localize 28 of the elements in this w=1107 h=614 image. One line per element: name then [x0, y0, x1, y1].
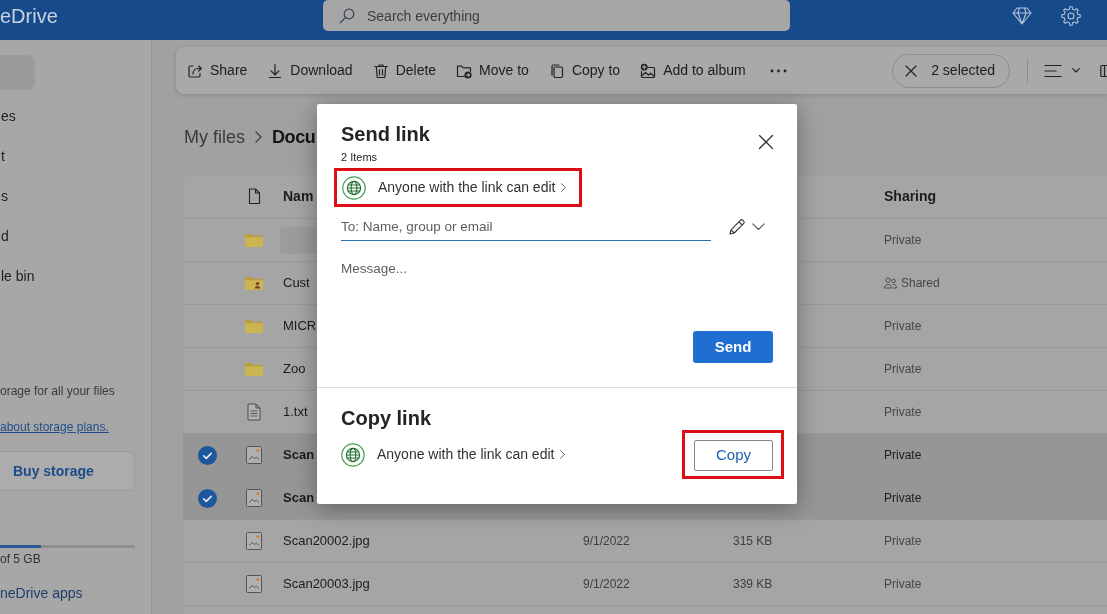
breadcrumb-current: Docu	[272, 126, 316, 149]
file-size: 315 KB	[733, 533, 773, 550]
file-name: Scan	[283, 446, 315, 465]
modified-date: 9/1/2022	[583, 576, 630, 593]
sharing-status: Shared	[901, 275, 940, 292]
sharing-status: Private	[884, 318, 922, 335]
file-name: Zoo	[283, 360, 306, 379]
section-title: Copy link	[341, 406, 431, 431]
sharing-status: Private	[884, 361, 922, 378]
storage-promo-text: orage for all your files	[0, 384, 115, 398]
sharing-status: Private	[884, 490, 922, 507]
file-size: 339 KB	[733, 576, 773, 593]
sharing-status: Private	[884, 447, 922, 464]
file-name: 1.txt	[283, 403, 308, 422]
file-name: Scan20003.jpg	[283, 575, 370, 594]
sharing-status: Private	[884, 576, 922, 593]
file-name: Cust	[283, 274, 310, 293]
item-count: 2 Items	[341, 150, 378, 164]
file-name: Scan20002.jpg	[283, 532, 370, 551]
app-name: eDrive	[0, 4, 58, 29]
sharing-status: Private	[884, 232, 922, 249]
sharing-status: Private	[884, 533, 922, 550]
file-name: MICR	[283, 317, 317, 336]
storage-usage-text: of 5 GB	[0, 552, 41, 566]
file-name: Scan	[283, 489, 315, 508]
sharing-status: Private	[884, 404, 922, 421]
modified-date: 9/1/2022	[583, 533, 630, 550]
dialog-title: Send link	[341, 122, 430, 147]
